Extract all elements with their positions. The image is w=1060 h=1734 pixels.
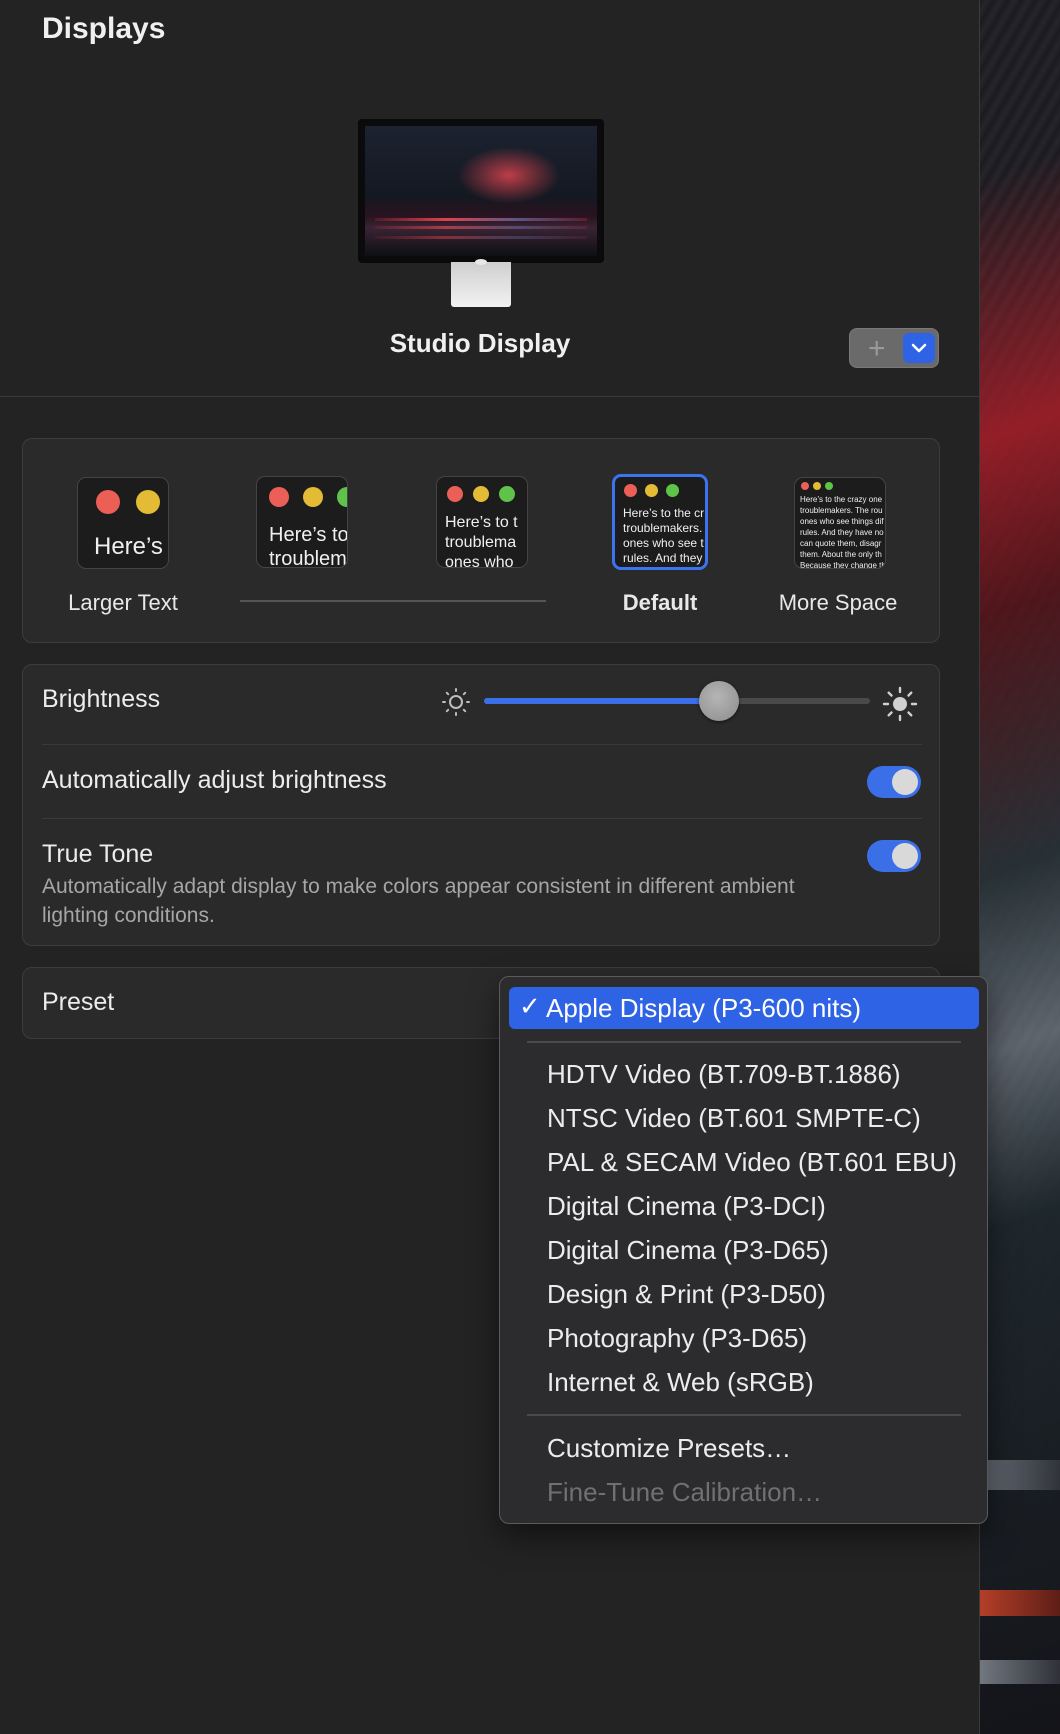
resolution-option-2[interactable]: Here’s to troublem	[256, 476, 348, 568]
preview-text: Here’s	[94, 533, 163, 560]
resolution-option-3[interactable]: Here’s to t troublema ones who	[436, 476, 528, 568]
preview-text: ones who	[445, 554, 514, 568]
customize-presets-item[interactable]: Customize Presets…	[547, 1433, 791, 1464]
preview-streak	[375, 226, 587, 229]
preview-text: Here’s to the crazy one	[800, 495, 883, 504]
row-divider	[42, 744, 922, 745]
desktop-wallpaper	[980, 0, 1060, 1734]
menu-item[interactable]: Photography (P3-D65)	[547, 1323, 807, 1354]
checkmark-icon: ✓	[519, 991, 541, 1021]
minimize-dot-icon	[136, 490, 160, 514]
preview-text: Because they change th	[800, 561, 886, 569]
menu-item[interactable]: Design & Print (P3-D50)	[547, 1279, 826, 1310]
wallpaper-streak	[980, 1590, 1060, 1616]
preview-streak	[375, 218, 587, 221]
true-tone-label: True Tone	[42, 840, 154, 868]
close-dot-icon	[447, 486, 463, 502]
preview-text: them. About the only th	[800, 550, 882, 559]
menu-separator	[527, 1414, 961, 1416]
preview-text: ones who see t	[623, 536, 704, 550]
menu-item[interactable]: NTSC Video (BT.601 SMPTE-C)	[547, 1103, 921, 1134]
toggle-knob	[892, 843, 918, 869]
resolution-label-larger-text: Larger Text	[68, 590, 178, 615]
preview-text: can quote them, disagr	[800, 539, 882, 548]
menu-item[interactable]: Internet & Web (sRGB)	[547, 1367, 814, 1398]
resolution-option-more-space[interactable]: Here’s to the crazy one troublemakers. T…	[794, 477, 886, 569]
sun-large-icon	[882, 686, 918, 722]
close-dot-icon	[96, 490, 120, 514]
add-display-control: +	[849, 328, 939, 368]
zoom-dot-icon	[499, 486, 515, 502]
minimize-dot-icon	[473, 486, 489, 502]
preview-text: Here’s to	[269, 524, 348, 546]
preview-text: troublema	[445, 534, 517, 551]
preview-text: Here’s to the cr	[623, 506, 705, 520]
preset-dropdown-menu: ✓ Apple Display (P3-600 nits) HDTV Video…	[499, 976, 988, 1524]
preview-text: ones who see things dif	[800, 517, 884, 526]
preview-streak	[375, 236, 587, 239]
display-wallpaper-preview	[365, 126, 597, 256]
add-display-button[interactable]: +	[868, 332, 886, 366]
section-divider	[0, 396, 980, 397]
menu-item-selected[interactable]: ✓ Apple Display (P3-600 nits)	[509, 987, 979, 1029]
minimize-dot-icon	[303, 487, 323, 507]
fine-tune-calibration-item: Fine-Tune Calibration…	[547, 1477, 823, 1507]
resolution-option-default[interactable]: Here’s to the cr troublemakers. ones who…	[612, 474, 708, 570]
wallpaper-streak	[980, 1660, 1060, 1684]
page-title: Displays	[42, 12, 166, 45]
wallpaper-streak	[980, 1460, 1060, 1490]
auto-brightness-toggle[interactable]	[867, 766, 921, 798]
resolution-scale-track	[240, 600, 546, 602]
zoom-dot-icon	[666, 484, 679, 497]
menu-item-label: Apple Display (P3-600 nits)	[546, 993, 862, 1023]
row-divider	[42, 818, 922, 819]
menu-item[interactable]: Digital Cinema (P3-DCI)	[547, 1191, 826, 1222]
displays-settings-window: Displays Studio Display + Here’s Larger …	[0, 0, 988, 1734]
resolution-label-default: Default	[622, 590, 698, 615]
menu-item[interactable]: HDTV Video (BT.709-BT.1886)	[547, 1059, 901, 1090]
menu-item[interactable]: Digital Cinema (P3-D65)	[547, 1235, 829, 1266]
zoom-dot-icon	[337, 487, 347, 507]
resolution-label-more-space: More Space	[778, 590, 898, 615]
preview-text: Here’s to t	[445, 514, 518, 531]
preview-text: troublemakers.	[623, 521, 703, 535]
preview-text: rules. And they have no	[800, 528, 884, 537]
true-tone-description: Automatically adapt display to make colo…	[42, 875, 795, 927]
chevron-down-icon[interactable]	[903, 333, 935, 363]
brightness-slider-track[interactable]	[484, 698, 870, 704]
true-tone-toggle[interactable]	[867, 840, 921, 872]
menu-separator	[527, 1041, 961, 1043]
display-stand-icon	[451, 259, 511, 307]
minimize-dot-icon	[813, 482, 821, 490]
minimize-dot-icon	[645, 484, 658, 497]
zoom-dot-icon	[825, 482, 833, 490]
preview-text: troublem	[269, 548, 347, 568]
close-dot-icon	[624, 484, 637, 497]
toggle-knob	[892, 769, 918, 795]
display-name: Studio Display	[389, 328, 571, 358]
preview-text: troublemakers. The rou	[800, 506, 883, 515]
brightness-slider-fill	[484, 698, 720, 704]
resolution-option-larger-text[interactable]: Here’s	[77, 477, 169, 569]
preset-label: Preset	[42, 988, 115, 1016]
close-dot-icon	[269, 487, 289, 507]
menu-item[interactable]: PAL & SECAM Video (BT.601 EBU)	[547, 1147, 957, 1178]
sun-small-icon	[442, 688, 470, 716]
close-dot-icon	[801, 482, 809, 490]
brightness-label: Brightness	[42, 685, 161, 713]
display-preview[interactable]	[358, 119, 604, 263]
preview-text: rules. And they	[623, 551, 703, 565]
auto-brightness-label: Automatically adjust brightness	[42, 766, 387, 794]
